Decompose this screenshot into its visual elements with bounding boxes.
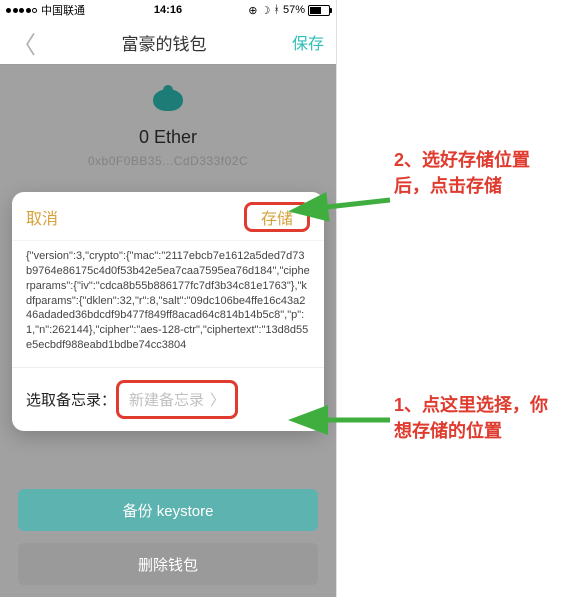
memo-row: 选取备忘录： 新建备忘录 〉: [12, 367, 324, 431]
memo-select-button[interactable]: 新建备忘录 〉: [119, 383, 235, 416]
chevron-right-icon: 〉: [210, 389, 225, 410]
battery-pct: 57%: [283, 4, 305, 16]
nav-save-button[interactable]: 保存: [292, 30, 324, 54]
phone-frame: 中国联通 14:16 ⊕ ☽ ᚼ 57% 〈 富豪的钱包 保存 0 Ether …: [0, 0, 337, 597]
bluetooth-icon: ᚼ: [273, 4, 280, 16]
battery-icon: [308, 5, 330, 16]
store-button-highlight: 存储: [244, 202, 310, 232]
memo-select-highlight: 新建备忘录 〉: [116, 380, 238, 419]
memo-placeholder: 新建备忘录: [129, 389, 204, 410]
bottom-actions: 备份 keystore 删除钱包: [18, 477, 318, 585]
page-title: 富豪的钱包: [121, 30, 206, 55]
cancel-button[interactable]: 取消: [26, 205, 58, 229]
carrier-label: 中国联通: [41, 2, 85, 18]
memo-label: 选取备忘录：: [26, 389, 116, 410]
export-sheet: 取消 存储 {"version":3,"crypto":{"mac":"2117…: [12, 192, 324, 431]
annotation-step-1: 1、点这里选择，你想存储的位置: [394, 392, 564, 444]
store-button[interactable]: 存储: [247, 207, 307, 232]
delete-wallet-button[interactable]: 删除钱包: [18, 543, 318, 585]
annotation-step-2: 2、选好存储位置后，点击存储: [394, 147, 564, 199]
keystore-json-text: {"version":3,"crypto":{"mac":"2117ebcb7e…: [12, 240, 324, 367]
backup-keystore-button[interactable]: 备份 keystore: [18, 489, 318, 531]
status-time: 14:16: [154, 4, 182, 16]
dnd-icon: ☽: [260, 4, 270, 17]
nav-bar: 〈 富豪的钱包 保存: [0, 20, 336, 65]
back-button[interactable]: 〈: [12, 25, 36, 60]
status-bar: 中国联通 14:16 ⊕ ☽ ᚼ 57%: [0, 0, 336, 20]
alarm-icon: ⊕: [248, 4, 257, 17]
signal-dots: [6, 8, 37, 13]
